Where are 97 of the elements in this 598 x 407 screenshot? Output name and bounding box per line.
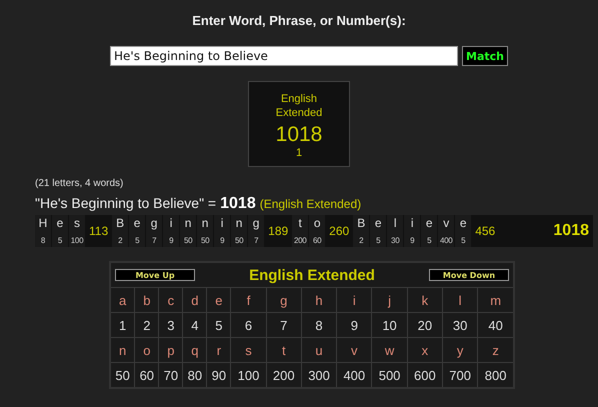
letter-value: 5 bbox=[376, 236, 380, 245]
letter: n bbox=[202, 216, 208, 230]
letter: i bbox=[170, 216, 172, 230]
result-count: 1 bbox=[296, 147, 302, 159]
letter: B bbox=[357, 216, 366, 230]
letter-value: 50 bbox=[200, 236, 210, 245]
grand-total: 1018 bbox=[552, 222, 590, 240]
letter-value: 5 bbox=[135, 236, 140, 245]
word-total: 113 bbox=[88, 224, 110, 238]
letter-cell: o bbox=[134, 338, 159, 362]
letter-value: 200 bbox=[294, 236, 306, 245]
word-total: 456 bbox=[474, 224, 496, 238]
phrase-text: "He's Beginning to Believe" = bbox=[35, 195, 216, 211]
letter-cell: l bbox=[442, 288, 478, 312]
word-total: 189 bbox=[267, 224, 290, 238]
letter-value: 2 bbox=[118, 236, 122, 245]
letter-cell: q bbox=[182, 338, 207, 362]
letter: i bbox=[220, 216, 224, 230]
letter: e bbox=[134, 216, 140, 230]
letter-value: 50 bbox=[184, 236, 192, 245]
letter: o bbox=[314, 216, 321, 230]
word-total: 260 bbox=[328, 224, 350, 238]
cipher-title: English Extended bbox=[249, 266, 375, 284]
letter-value: 60 bbox=[313, 236, 322, 245]
letter: i bbox=[410, 216, 414, 230]
letter-cell: v bbox=[336, 338, 372, 362]
result-value: 1018 bbox=[276, 123, 322, 147]
heading: Enter Word, Phrase, or Number(s): bbox=[191, 12, 407, 28]
letter-cell: t bbox=[266, 338, 302, 362]
letter-cell: e bbox=[206, 288, 231, 312]
letter-value: 50 bbox=[234, 236, 244, 245]
match-button[interactable]: Match bbox=[462, 46, 508, 66]
letter: e bbox=[56, 216, 64, 230]
letter: l bbox=[394, 216, 397, 230]
letter-cell: m bbox=[478, 288, 514, 312]
letter-cell: c bbox=[158, 288, 183, 312]
total-value: 1018 bbox=[220, 195, 256, 213]
letter-cell: k bbox=[407, 288, 442, 312]
letter-cell: r bbox=[206, 338, 231, 362]
letter-cell: u bbox=[301, 338, 337, 362]
letter: s bbox=[74, 216, 80, 230]
letter-cell: w bbox=[372, 338, 408, 362]
letter: g bbox=[150, 216, 158, 230]
letter-cell: s bbox=[230, 338, 266, 362]
letter-cell: i bbox=[336, 288, 372, 312]
value-cell: 20 bbox=[407, 312, 442, 338]
phrase-input-field[interactable]: He's Beginning to Believe bbox=[110, 46, 458, 66]
letter-value: 2 bbox=[359, 236, 364, 245]
letter-value: 9 bbox=[410, 236, 414, 245]
letter-cell: h bbox=[301, 288, 337, 312]
letter-value: 7 bbox=[254, 236, 258, 245]
letter-cell: j bbox=[372, 288, 408, 312]
cipher-label: (English Extended) bbox=[260, 197, 362, 211]
value-cell: 5 bbox=[206, 312, 231, 338]
value-cell: 3 bbox=[158, 312, 183, 338]
value-cell: 10 bbox=[372, 312, 408, 338]
letter-value: 100 bbox=[70, 236, 84, 245]
letter-value: 5 bbox=[461, 236, 466, 245]
letter: t bbox=[298, 216, 302, 230]
value-cell: 7 bbox=[266, 312, 302, 338]
letter: e bbox=[460, 216, 467, 230]
value-cell: 9 bbox=[336, 312, 372, 338]
letter: e bbox=[426, 216, 433, 230]
letter-value: 9 bbox=[169, 236, 174, 245]
value-cell: 6 bbox=[230, 312, 266, 338]
letter-value: 400 bbox=[440, 236, 452, 245]
letter: e bbox=[374, 216, 382, 230]
letter-cell: b bbox=[134, 288, 159, 312]
letter-value: 5 bbox=[427, 236, 432, 245]
letter-value: 30 bbox=[391, 236, 400, 245]
letter-cell: d bbox=[182, 288, 207, 312]
value-cell: 4 bbox=[182, 312, 207, 338]
cipher-name: English Extended bbox=[274, 92, 324, 120]
letter-value: 7 bbox=[152, 236, 156, 245]
value-cell: 1 bbox=[110, 312, 135, 338]
letter: H bbox=[38, 216, 48, 230]
letter-cell: n bbox=[110, 338, 135, 362]
letter-value: 9 bbox=[220, 236, 224, 245]
move-down-button[interactable]: Move Down bbox=[428, 269, 509, 281]
letter: n bbox=[236, 216, 242, 230]
value-cell: 30 bbox=[442, 312, 478, 338]
letter: B bbox=[116, 216, 124, 230]
move-up-button[interactable]: Move Up bbox=[115, 269, 195, 281]
letter: v bbox=[443, 216, 450, 230]
letter: g bbox=[252, 216, 260, 230]
value-cell: 8 bbox=[301, 312, 337, 338]
value-cell: 2 bbox=[134, 312, 159, 338]
letter-cell: f bbox=[230, 288, 266, 312]
letter-word-count: (21 letters, 4 words) bbox=[35, 178, 124, 189]
letter: n bbox=[184, 216, 192, 230]
letter-value: 5 bbox=[58, 236, 62, 245]
letter-cell: a bbox=[110, 288, 135, 312]
letter-cell: x bbox=[407, 338, 442, 362]
letter-cell: y bbox=[442, 338, 478, 362]
letter-value: 8 bbox=[40, 236, 46, 245]
letter-cell: g bbox=[266, 288, 302, 312]
letter-cell: p bbox=[158, 338, 183, 362]
